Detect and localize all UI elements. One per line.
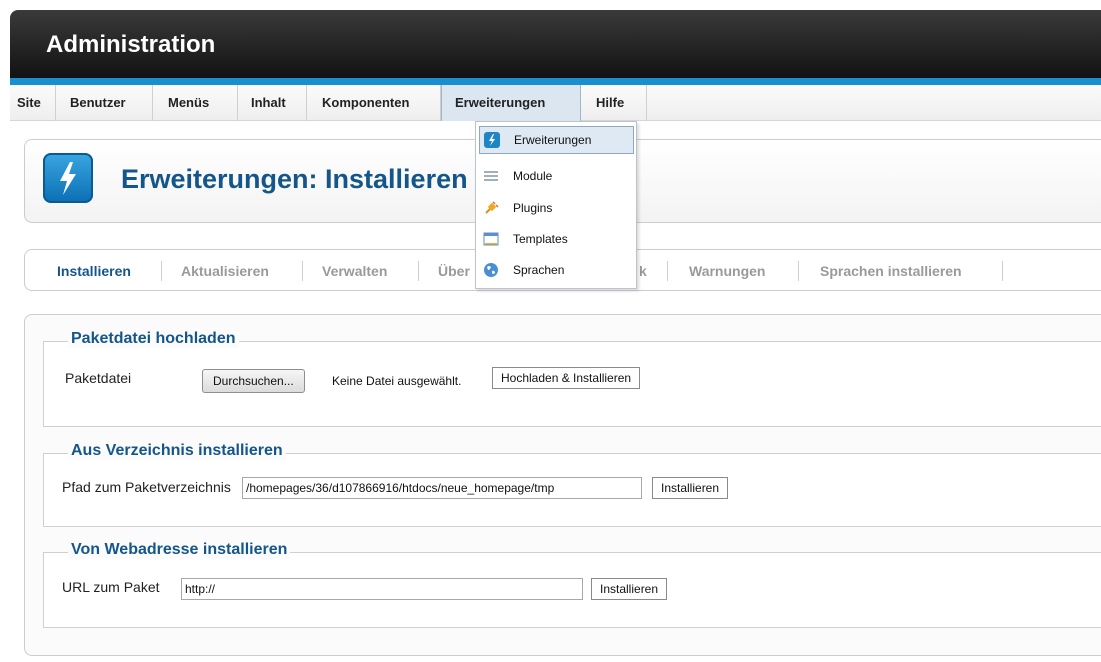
header-title: Administration — [46, 31, 216, 58]
file-status: Keine Datei ausgewählt. — [332, 374, 462, 388]
tab-sprachen-installieren[interactable]: Sprachen installieren — [820, 260, 962, 282]
upload-legend: Paketdatei hochladen — [68, 330, 239, 348]
tab-verwalten[interactable]: Verwalten — [322, 260, 387, 282]
dropdown-item-templates[interactable]: Templates — [479, 225, 634, 253]
tab-divider — [418, 261, 419, 281]
dropdown-item-sprachen[interactable]: Sprachen — [479, 256, 634, 284]
template-window-icon — [481, 230, 501, 248]
tab-ueber[interactable]: Über — [438, 260, 470, 282]
main-menubar: Site Benutzer Menüs Inhalt Komponenten E… — [10, 85, 1101, 121]
menu-erweiterungen[interactable]: Erweiterungen — [441, 85, 581, 121]
dropdown-item-plugins[interactable]: Plugins — [479, 194, 634, 222]
tab-partial[interactable]: k — [639, 260, 647, 282]
dropdown-item-label: Sprachen — [513, 263, 565, 277]
directory-fieldset: Aus Verzeichnis installieren Pfad zum Pa… — [43, 442, 1101, 527]
erweiterungen-dropdown: Erweiterungen Module Plugins Templates S… — [475, 121, 637, 289]
dropdown-item-label: Plugins — [513, 201, 553, 215]
tab-aktualisieren[interactable]: Aktualisieren — [181, 260, 269, 282]
header-stripe — [10, 78, 1101, 85]
browse-button[interactable]: Durchsuchen... — [202, 369, 305, 393]
tab-divider — [1002, 261, 1003, 281]
menu-benutzer[interactable]: Benutzer — [56, 85, 153, 121]
upload-install-button[interactable]: Hochladen & Installieren — [492, 367, 641, 389]
dropdown-item-module[interactable]: Module — [479, 162, 634, 190]
url-legend: Von Webadresse installieren — [68, 541, 291, 559]
tab-divider — [302, 261, 303, 281]
lightning-icon — [482, 131, 502, 149]
menu-site[interactable]: Site — [10, 85, 56, 121]
tab-divider — [161, 261, 162, 281]
globe-icon — [481, 261, 501, 279]
directory-label: Pfad zum Paketverzeichnis — [62, 479, 231, 495]
url-install-button[interactable]: Installieren — [591, 578, 668, 600]
menu-komponenten[interactable]: Komponenten — [307, 85, 441, 121]
menu-inhalt[interactable]: Inhalt — [238, 85, 307, 121]
directory-legend: Aus Verzeichnis installieren — [68, 442, 286, 460]
dropdown-item-label: Module — [513, 169, 553, 183]
dropdown-item-label: Templates — [513, 232, 568, 246]
dropdown-item-label: Erweiterungen — [514, 133, 592, 147]
tab-divider — [667, 261, 668, 281]
install-panel: Paketdatei hochladen Paketdatei Durchsuc… — [24, 314, 1101, 656]
url-fieldset: Von Webadresse installieren URL zum Pake… — [43, 541, 1101, 628]
admin-header: Administration — [10, 10, 1101, 80]
lightning-icon — [43, 153, 93, 203]
directory-install-button[interactable]: Installieren — [652, 477, 729, 499]
url-input[interactable]: http:// — [181, 578, 583, 600]
page-title: Erweiterungen: Installieren — [121, 164, 468, 194]
dropdown-item-erweiterungen[interactable]: Erweiterungen — [479, 126, 634, 154]
menu-hilfe[interactable]: Hilfe — [581, 85, 647, 121]
upload-label: Paketdatei — [65, 370, 132, 386]
tab-installieren[interactable]: Installieren — [57, 260, 131, 282]
upload-fieldset: Paketdatei hochladen Paketdatei Durchsuc… — [43, 330, 1101, 427]
module-lines-icon — [481, 167, 501, 185]
plug-icon — [481, 199, 501, 217]
tab-warnungen[interactable]: Warnungen — [689, 260, 765, 282]
tab-divider — [798, 261, 799, 281]
menu-menues[interactable]: Menüs — [153, 85, 238, 121]
url-label: URL zum Paket — [62, 579, 160, 595]
directory-path-input[interactable]: /homepages/36/d107866916/htdocs/neue_hom… — [242, 477, 642, 499]
